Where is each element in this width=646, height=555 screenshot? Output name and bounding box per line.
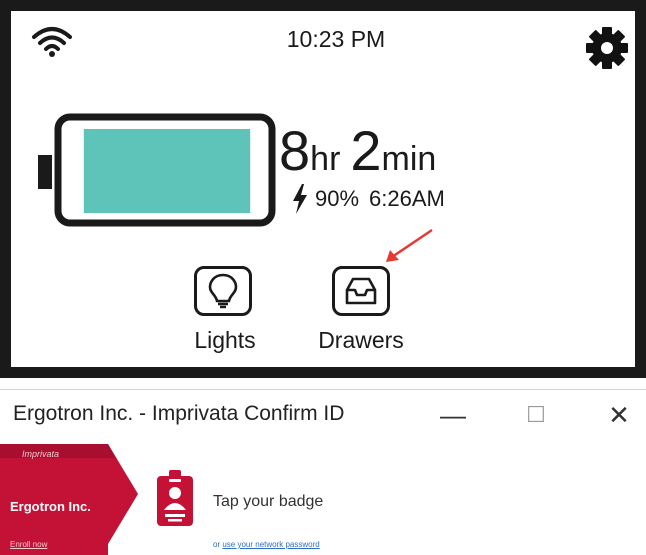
runtime-hours-unit: hr	[310, 140, 341, 178]
network-password-link-text[interactable]: use your network password	[222, 540, 319, 549]
battery-icon	[38, 113, 276, 227]
cart-display-screen: 10:23 PM 8hr 2min 90% 6:26AM Lights Draw…	[11, 11, 635, 367]
full-charge-time: 6:26AM	[369, 186, 445, 211]
imprivata-window: Ergotron Inc. - Imprivata Confirm ID — ☐…	[0, 389, 646, 555]
close-button[interactable]: ✕	[599, 398, 639, 432]
clock-time: 10:23 PM	[286, 26, 386, 52]
minimize-button[interactable]: —	[433, 398, 473, 432]
lightbulb-icon	[208, 273, 238, 309]
remaining-runtime: 8hr 2min	[279, 123, 436, 179]
id-badge-icon	[157, 470, 193, 526]
battery-level-fill	[83, 129, 251, 213]
window-titlebar: Ergotron Inc. - Imprivata Confirm ID — ☐…	[0, 390, 646, 440]
network-password-link[interactable]: or use your network password	[213, 540, 320, 549]
network-password-prefix: or	[213, 540, 223, 549]
drawer-tray-icon	[345, 277, 377, 305]
drawers-button[interactable]	[332, 266, 390, 316]
lightning-bolt-icon	[293, 184, 307, 214]
company-sidebar: Imprivata Ergotron Inc. Enroll now	[0, 444, 140, 555]
runtime-minutes-unit: min	[381, 140, 437, 178]
lights-label: Lights	[194, 327, 256, 353]
drawers-label: Drawers	[318, 327, 404, 353]
runtime-minutes: 2	[350, 119, 382, 182]
lights-button[interactable]	[194, 266, 252, 316]
window-title: Ergotron Inc. - Imprivata Confirm ID	[13, 402, 345, 425]
red-arrow-annotation	[386, 228, 433, 262]
cart-display-bezel: 10:23 PM 8hr 2min 90% 6:26AM Lights Draw…	[0, 0, 646, 378]
gear-icon[interactable]	[584, 25, 630, 71]
wifi-icon	[32, 27, 72, 57]
runtime-hours: 8	[279, 119, 311, 182]
maximize-button[interactable]: ☐	[516, 398, 556, 432]
imprivata-logo: Imprivata	[22, 449, 60, 459]
company-name: Ergotron Inc.	[10, 499, 91, 514]
charge-status: 90% 6:26AM	[291, 184, 445, 214]
enroll-now-link[interactable]: Enroll now	[10, 540, 47, 549]
tap-badge-prompt: Tap your badge	[213, 493, 324, 510]
charge-percent: 90%	[315, 186, 360, 211]
